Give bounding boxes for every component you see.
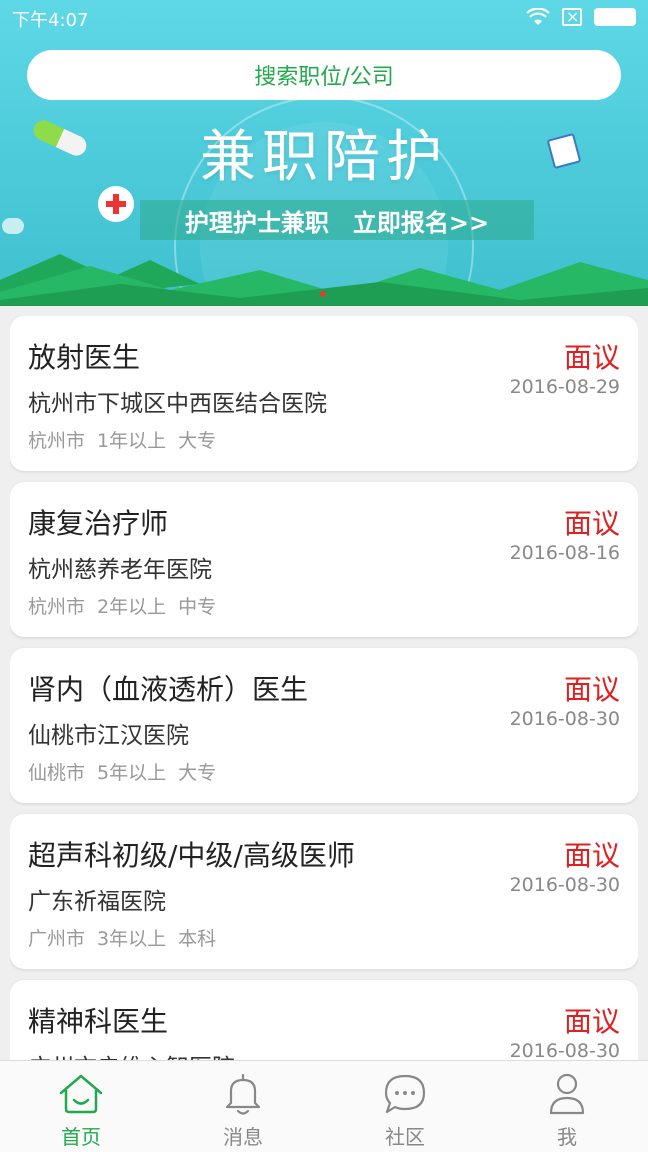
status-bar: 下午4:07 bbox=[0, 0, 648, 36]
search-placeholder: 搜索职位/公司 bbox=[254, 65, 394, 90]
banner-subtitle: 护理护士兼职 bbox=[184, 208, 329, 237]
job-date: 2016-08-16 bbox=[509, 542, 620, 564]
job-company: 杭州慈养老年医院 bbox=[28, 557, 212, 583]
job-meta: 广州市 3年以上 本科 bbox=[28, 924, 216, 951]
job-date: 2016-08-29 bbox=[509, 376, 620, 398]
job-title: 放射医生 bbox=[28, 341, 141, 374]
job-title: 精神科医生 bbox=[28, 1005, 169, 1038]
tab-home[interactable]: 首页 bbox=[0, 1061, 162, 1152]
job-meta: 杭州市 2年以上 中专 bbox=[28, 592, 216, 619]
job-title: 超声科初级/中级/高级医师 bbox=[28, 839, 355, 872]
job-card[interactable]: 放射医生 面议 杭州市下城区中西医结合医院 2016-08-29 杭州市 1年以… bbox=[10, 316, 638, 471]
no-sim-icon bbox=[562, 7, 582, 26]
job-company: 杭州市下城区中西医结合医院 bbox=[28, 391, 327, 417]
job-education: 大专 bbox=[178, 762, 217, 784]
job-date: 2016-08-30 bbox=[509, 874, 620, 896]
job-title: 肾内（血液透析）医生 bbox=[28, 673, 309, 706]
job-education: 中专 bbox=[178, 596, 217, 618]
job-list: 放射医生 面议 杭州市下城区中西医结合医院 2016-08-29 杭州市 1年以… bbox=[10, 316, 638, 1060]
job-card[interactable]: 精神科医生 面议 广州市启维心智医院 2016-08-30 bbox=[10, 980, 638, 1060]
banner-title: 兼职陪护 bbox=[200, 125, 448, 190]
job-experience: 3年以上 bbox=[97, 928, 167, 950]
job-card[interactable]: 康复治疗师 面议 杭州慈养老年医院 2016-08-16 杭州市 2年以上 中专 bbox=[10, 482, 638, 637]
job-city: 广州市 bbox=[28, 928, 86, 950]
job-salary: 面议 bbox=[563, 341, 620, 374]
bottom-tab-bar: 首页 消息 社区 我 bbox=[0, 1060, 648, 1152]
job-experience: 2年以上 bbox=[97, 596, 167, 618]
job-city: 仙桃市 bbox=[28, 762, 86, 784]
job-date: 2016-08-30 bbox=[509, 1040, 620, 1060]
job-city: 杭州市 bbox=[28, 430, 86, 452]
tab-me[interactable]: 我 bbox=[486, 1061, 648, 1152]
job-company: 仙桃市江汉医院 bbox=[28, 723, 189, 749]
job-education: 大专 bbox=[178, 430, 217, 452]
carousel-dot[interactable] bbox=[320, 291, 326, 297]
battery-icon bbox=[594, 8, 636, 26]
job-experience: 5年以上 bbox=[97, 762, 167, 784]
job-meta: 仙桃市 5年以上 大专 bbox=[28, 758, 216, 785]
job-company: 广州市启维心智医院 bbox=[28, 1048, 235, 1060]
job-salary: 面议 bbox=[563, 507, 620, 540]
job-education: 本科 bbox=[178, 928, 217, 950]
bell-icon bbox=[225, 1073, 261, 1115]
tab-label: 首页 bbox=[61, 1125, 101, 1149]
tab-messages[interactable]: 消息 bbox=[162, 1061, 324, 1152]
banner-cta[interactable]: 护理护士兼职 立即报名>> bbox=[140, 200, 534, 240]
job-city: 杭州市 bbox=[28, 596, 86, 618]
job-card[interactable]: 超声科初级/中级/高级医师 面议 广东祈福医院 2016-08-30 广州市 3… bbox=[10, 814, 638, 969]
job-card[interactable]: 肾内（血液透析）医生 面议 仙桃市江汉医院 2016-08-30 仙桃市 5年以… bbox=[10, 648, 638, 803]
user-icon bbox=[549, 1073, 585, 1115]
status-icons bbox=[526, 7, 636, 26]
home-icon bbox=[59, 1074, 103, 1114]
search-bar[interactable]: 搜索职位/公司 bbox=[27, 50, 621, 100]
job-salary: 面议 bbox=[563, 673, 620, 706]
job-date: 2016-08-30 bbox=[509, 708, 620, 730]
job-meta: 杭州市 1年以上 大专 bbox=[28, 426, 216, 453]
banner-signup-link[interactable]: 立即报名>> bbox=[353, 203, 489, 238]
job-experience: 1年以上 bbox=[97, 430, 167, 452]
tab-community[interactable]: 社区 bbox=[324, 1061, 486, 1152]
job-salary: 面议 bbox=[563, 1005, 620, 1038]
tab-label: 我 bbox=[557, 1125, 577, 1149]
status-time: 下午4:07 bbox=[12, 10, 89, 31]
tab-label: 社区 bbox=[385, 1125, 425, 1149]
job-salary: 面议 bbox=[563, 839, 620, 872]
capsule-icon bbox=[2, 218, 24, 234]
job-title: 康复治疗师 bbox=[28, 507, 169, 540]
tab-label: 消息 bbox=[223, 1125, 263, 1149]
promo-banner[interactable]: 下午4:07 搜索职位/公司 兼职陪护 护理护士兼职 立即报名>> bbox=[0, 0, 648, 306]
chat-bubble-icon bbox=[384, 1074, 426, 1114]
wifi-icon bbox=[526, 8, 550, 25]
job-company: 广东祈福医院 bbox=[28, 889, 166, 915]
